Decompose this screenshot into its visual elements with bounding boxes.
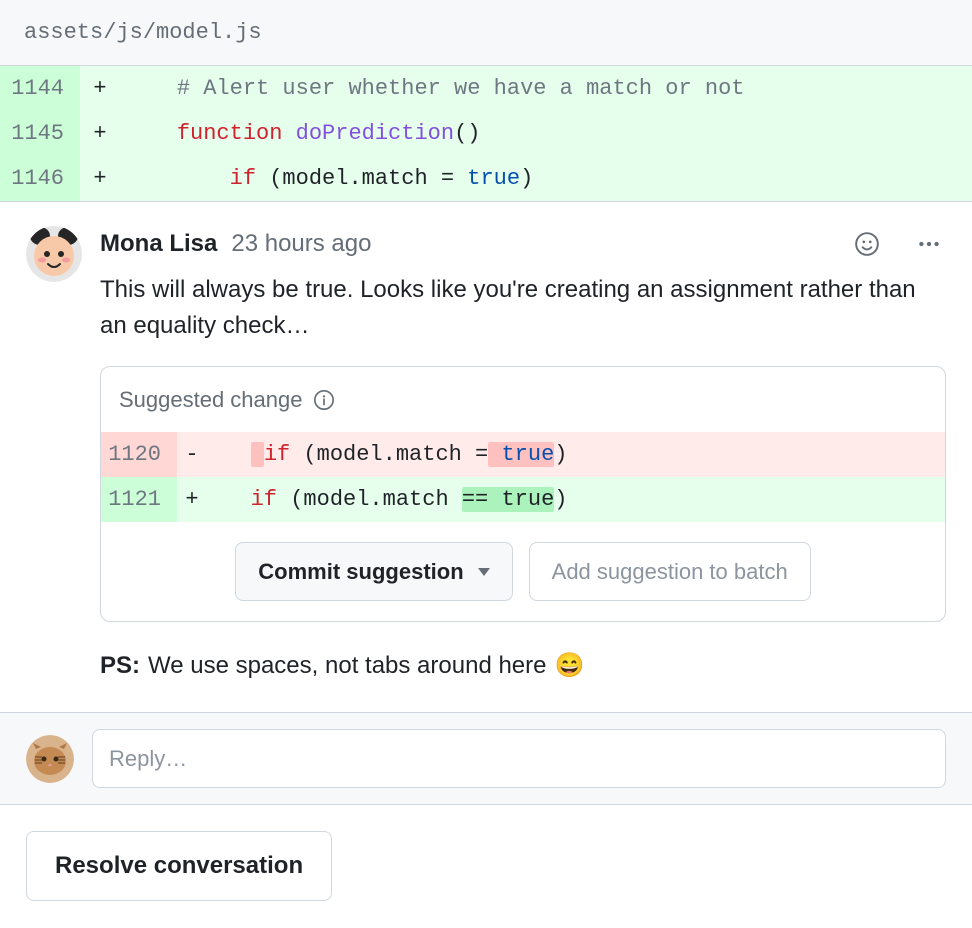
kebab-menu-button[interactable] [912, 227, 946, 261]
review-thread: Mona Lisa 23 hours ago This will always … [0, 202, 972, 684]
line-number[interactable]: 1120 [101, 432, 177, 477]
diff-line: 1121+ if (model.match == true) [101, 477, 945, 522]
commit-suggestion-button[interactable]: Commit suggestion [235, 542, 512, 601]
line-number[interactable]: 1145 [0, 111, 80, 156]
current-user-avatar[interactable] [26, 735, 74, 783]
resolve-conversation-button[interactable]: Resolve conversation [26, 831, 332, 901]
grinning-emoji-icon: 😄 [555, 648, 585, 684]
chevron-down-icon [478, 568, 490, 576]
reply-input[interactable] [92, 729, 946, 788]
info-icon[interactable] [313, 389, 335, 411]
diff-line: 1120- if (model.match = true) [101, 432, 945, 477]
line-number[interactable]: 1121 [101, 477, 177, 522]
add-to-batch-label: Add suggestion to batch [552, 555, 788, 588]
diff-hunk: 1144+ # Alert user whether we have a mat… [0, 66, 972, 202]
diff-line: 1146+ if (model.match = true) [0, 156, 972, 201]
diff-marker: + [80, 111, 120, 156]
avatar[interactable] [26, 226, 82, 282]
ps-label: PS: [100, 648, 140, 684]
comment-ps: PS: We use spaces, not tabs around here … [100, 648, 946, 684]
file-path-header[interactable]: assets/js/model.js [0, 0, 972, 66]
diff-marker: + [80, 66, 120, 111]
code[interactable]: # Alert user whether we have a match or … [120, 66, 972, 111]
smiley-icon [854, 231, 880, 257]
diff-line: 1144+ # Alert user whether we have a mat… [0, 66, 972, 111]
diff-marker: - [177, 432, 207, 477]
suggested-change-label: Suggested change [119, 383, 303, 416]
code[interactable]: if (model.match == true) [207, 477, 945, 522]
code[interactable]: if (model.match = true) [207, 432, 945, 477]
code[interactable]: if (model.match = true) [120, 156, 972, 201]
line-number[interactable]: 1144 [0, 66, 80, 111]
comment-header: Mona Lisa 23 hours ago [100, 226, 946, 262]
comment-author[interactable]: Mona Lisa [100, 226, 217, 262]
review-comment: Mona Lisa 23 hours ago This will always … [26, 226, 946, 684]
comment-body: This will always be true. Looks like you… [100, 272, 946, 344]
ps-text: We use spaces, not tabs around here [148, 648, 546, 684]
add-to-batch-button[interactable]: Add suggestion to batch [529, 542, 811, 601]
suggested-change: Suggested change 1120- if (model.match =… [100, 366, 946, 622]
diff-line: 1145+ function doPrediction() [0, 111, 972, 156]
kebab-icon [916, 231, 942, 257]
line-number[interactable]: 1146 [0, 156, 80, 201]
diff-marker: + [177, 477, 207, 522]
reply-row [0, 712, 972, 805]
code[interactable]: function doPrediction() [120, 111, 972, 156]
commit-suggestion-label: Commit suggestion [258, 555, 463, 588]
diff-marker: + [80, 156, 120, 201]
add-reaction-button[interactable] [850, 227, 884, 261]
comment-timestamp[interactable]: 23 hours ago [231, 226, 371, 262]
